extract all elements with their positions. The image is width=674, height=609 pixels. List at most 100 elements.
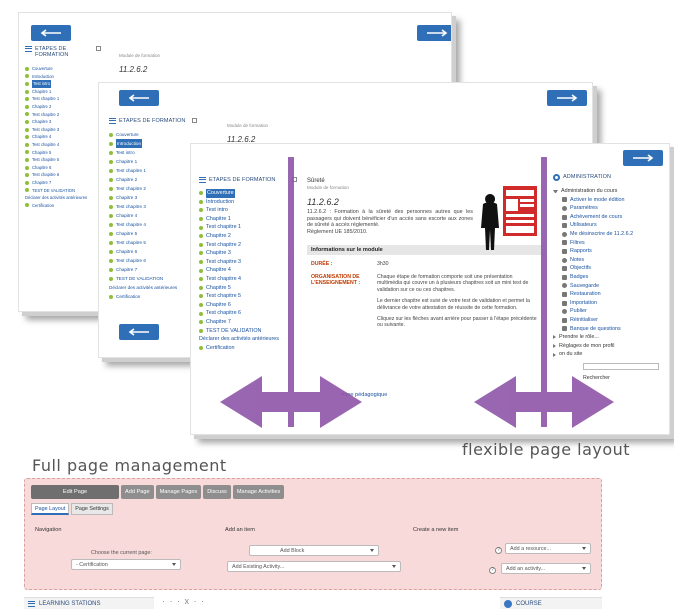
training-step-item[interactable]: TEST DE VALIDATION (199, 327, 297, 336)
page-management-tab[interactable]: Edit Page (31, 485, 119, 499)
training-step-item[interactable]: Chapitre 3 (199, 249, 297, 258)
admin-menu-item[interactable]: Banque de questions (553, 325, 665, 334)
training-step-item[interactable]: TEST DE VALIDATION (109, 274, 197, 283)
next-button[interactable] (417, 25, 451, 41)
training-step-item[interactable]: Test chapitre 2 (199, 241, 297, 250)
training-step-item[interactable]: Test chapitre 1 (199, 223, 297, 232)
profile-settings-node[interactable]: Réglages de mon profil (553, 342, 665, 351)
training-step-item[interactable]: Chapitre 4 (25, 133, 101, 141)
admin-menu-item[interactable]: Objectifs (553, 264, 665, 273)
training-step-item[interactable]: Chapitre 2 (199, 232, 297, 241)
admin-course-node[interactable]: Administration du cours (553, 187, 665, 196)
admin-menu-item[interactable]: Filtres (553, 239, 665, 248)
training-step-item[interactable]: Test chapitre 6 (109, 256, 197, 265)
training-step-item[interactable]: Test chapitre 4 (25, 141, 101, 149)
training-step-item[interactable]: Chapitre 6 (25, 164, 101, 172)
training-step-item[interactable]: Test chapitre 2 (25, 111, 101, 119)
next-button[interactable] (623, 150, 663, 166)
training-step-item[interactable]: Introduction (199, 198, 297, 207)
admin-menu-item[interactable]: Importation (553, 299, 665, 308)
training-step-item[interactable]: Test chapitre 4 (109, 220, 197, 229)
training-step-item[interactable]: Test chapitre 1 (109, 166, 197, 175)
training-step-item[interactable]: Test chapitre 6 (25, 171, 101, 179)
add-existing-activity-select[interactable]: Add Existing Activity... (227, 561, 401, 572)
previous-button-bottom[interactable] (119, 324, 159, 340)
training-step-item[interactable]: Test intro (199, 206, 297, 215)
training-step-item[interactable]: Chapitre 2 (25, 103, 101, 111)
training-step-item[interactable]: Chapitre 7 (25, 179, 101, 187)
admin-menu-item[interactable]: Utilisateurs (553, 221, 665, 230)
admin-menu-item[interactable]: Paramètres (553, 204, 665, 213)
training-step-item[interactable]: Chapitre 7 (109, 265, 197, 274)
next-button[interactable] (547, 90, 587, 106)
training-step-item[interactable]: Chapitre 1 (199, 215, 297, 224)
training-step-item[interactable]: TEST DE VALIDATION (25, 187, 101, 195)
training-step-item[interactable]: Test chapitre 4 (199, 275, 297, 284)
training-step-item[interactable]: Test intro (109, 148, 197, 157)
training-step-item[interactable]: Chapitre 4 (199, 266, 297, 275)
page-management-tab[interactable]: Discuss (203, 485, 231, 499)
admin-menu-item[interactable]: Publier (553, 307, 665, 316)
add-activity-select[interactable]: Add an activity... (501, 563, 591, 574)
training-step-item[interactable]: Chapitre 5 (25, 149, 101, 157)
admin-menu-item[interactable]: Badges (553, 273, 665, 282)
training-step-item[interactable]: Test chapitre 3 (109, 202, 197, 211)
admin-menu-item[interactable]: Sauvegarde (553, 282, 665, 291)
previous-button[interactable] (119, 90, 159, 106)
certification-item[interactable]: Certification (199, 344, 297, 353)
training-step-item[interactable]: Couverture (199, 189, 297, 198)
declare-activities-link[interactable]: Déclarer des activités antérieures (199, 335, 297, 344)
page-layout-tab[interactable]: Page Settings (71, 503, 113, 515)
admin-menu-item[interactable]: Rapports (553, 247, 665, 256)
pedagogical-program-link[interactable]: mme pédagogique (341, 392, 387, 398)
training-step-item[interactable]: Test chapitre 3 (25, 126, 101, 134)
site-administration-node[interactable]: on du site (553, 350, 665, 359)
training-step-item[interactable]: Introduction (25, 73, 101, 81)
training-step-item[interactable]: Chapitre 6 (109, 247, 197, 256)
admin-menu-item[interactable]: Activer le mode édition (553, 196, 665, 205)
training-step-item[interactable]: Chapitre 5 (109, 229, 197, 238)
current-page-select[interactable]: - Certification (71, 559, 181, 570)
training-step-item[interactable]: Test intro (25, 80, 101, 88)
training-step-item[interactable]: Test chapitre 5 (109, 238, 197, 247)
training-step-item[interactable]: Chapitre 3 (25, 118, 101, 126)
admin-menu-item[interactable]: Réinitialiser (553, 316, 665, 325)
page-management-tab[interactable]: Add Page (121, 485, 154, 499)
training-step-item[interactable]: Couverture (109, 130, 197, 139)
training-step-item[interactable]: Test chapitre 2 (109, 184, 197, 193)
certification-item[interactable]: Certification (25, 202, 101, 210)
collapse-icon[interactable] (192, 118, 197, 123)
collapse-icon[interactable] (96, 46, 101, 51)
switch-role-node[interactable]: Prendre le rôle... (553, 333, 665, 342)
admin-search-input[interactable] (583, 362, 659, 370)
training-step-item[interactable]: Couverture (25, 65, 101, 73)
search-button[interactable]: Rechercher (583, 375, 610, 381)
help-icon[interactable]: ? (495, 547, 502, 554)
add-block-select[interactable]: Add Block (249, 545, 379, 556)
add-resource-select[interactable]: Add a resource... (505, 543, 591, 554)
training-step-item[interactable]: Test chapitre 1 (25, 95, 101, 103)
previous-button[interactable] (31, 25, 71, 41)
help-icon[interactable]: ? (489, 567, 496, 574)
training-step-item[interactable]: Introduction (109, 139, 197, 148)
training-step-item[interactable]: Test chapitre 6 (199, 309, 297, 318)
training-step-item[interactable]: Chapitre 7 (199, 318, 297, 327)
admin-menu-item[interactable]: Restauration (553, 290, 665, 299)
training-step-item[interactable]: Chapitre 1 (25, 88, 101, 96)
training-step-item[interactable]: Chapitre 1 (109, 157, 197, 166)
admin-menu-item[interactable]: Notes (553, 256, 665, 265)
training-step-item[interactable]: Test chapitre 5 (25, 156, 101, 164)
page-management-tab[interactable]: Manage Pages (155, 485, 202, 499)
training-step-item[interactable]: Chapitre 6 (199, 301, 297, 310)
collapse-icon[interactable] (292, 177, 297, 182)
admin-menu-item[interactable]: Me désinscrire de 11.2.6.2 (553, 230, 665, 239)
declare-activities-link[interactable]: Déclarer des activités antérieures (25, 194, 101, 202)
page-management-tab[interactable]: Manage Activities (232, 485, 285, 499)
training-step-item[interactable]: Test chapitre 5 (199, 292, 297, 301)
declare-activities-link[interactable]: Déclarer des activités antérieures (109, 283, 197, 292)
admin-menu-item[interactable]: Achèvement de cours (553, 213, 665, 222)
training-step-item[interactable]: Chapitre 3 (109, 193, 197, 202)
training-step-item[interactable]: Chapitre 2 (109, 175, 197, 184)
training-step-item[interactable]: Chapitre 5 (199, 284, 297, 293)
certification-item[interactable]: Certification (109, 292, 197, 301)
